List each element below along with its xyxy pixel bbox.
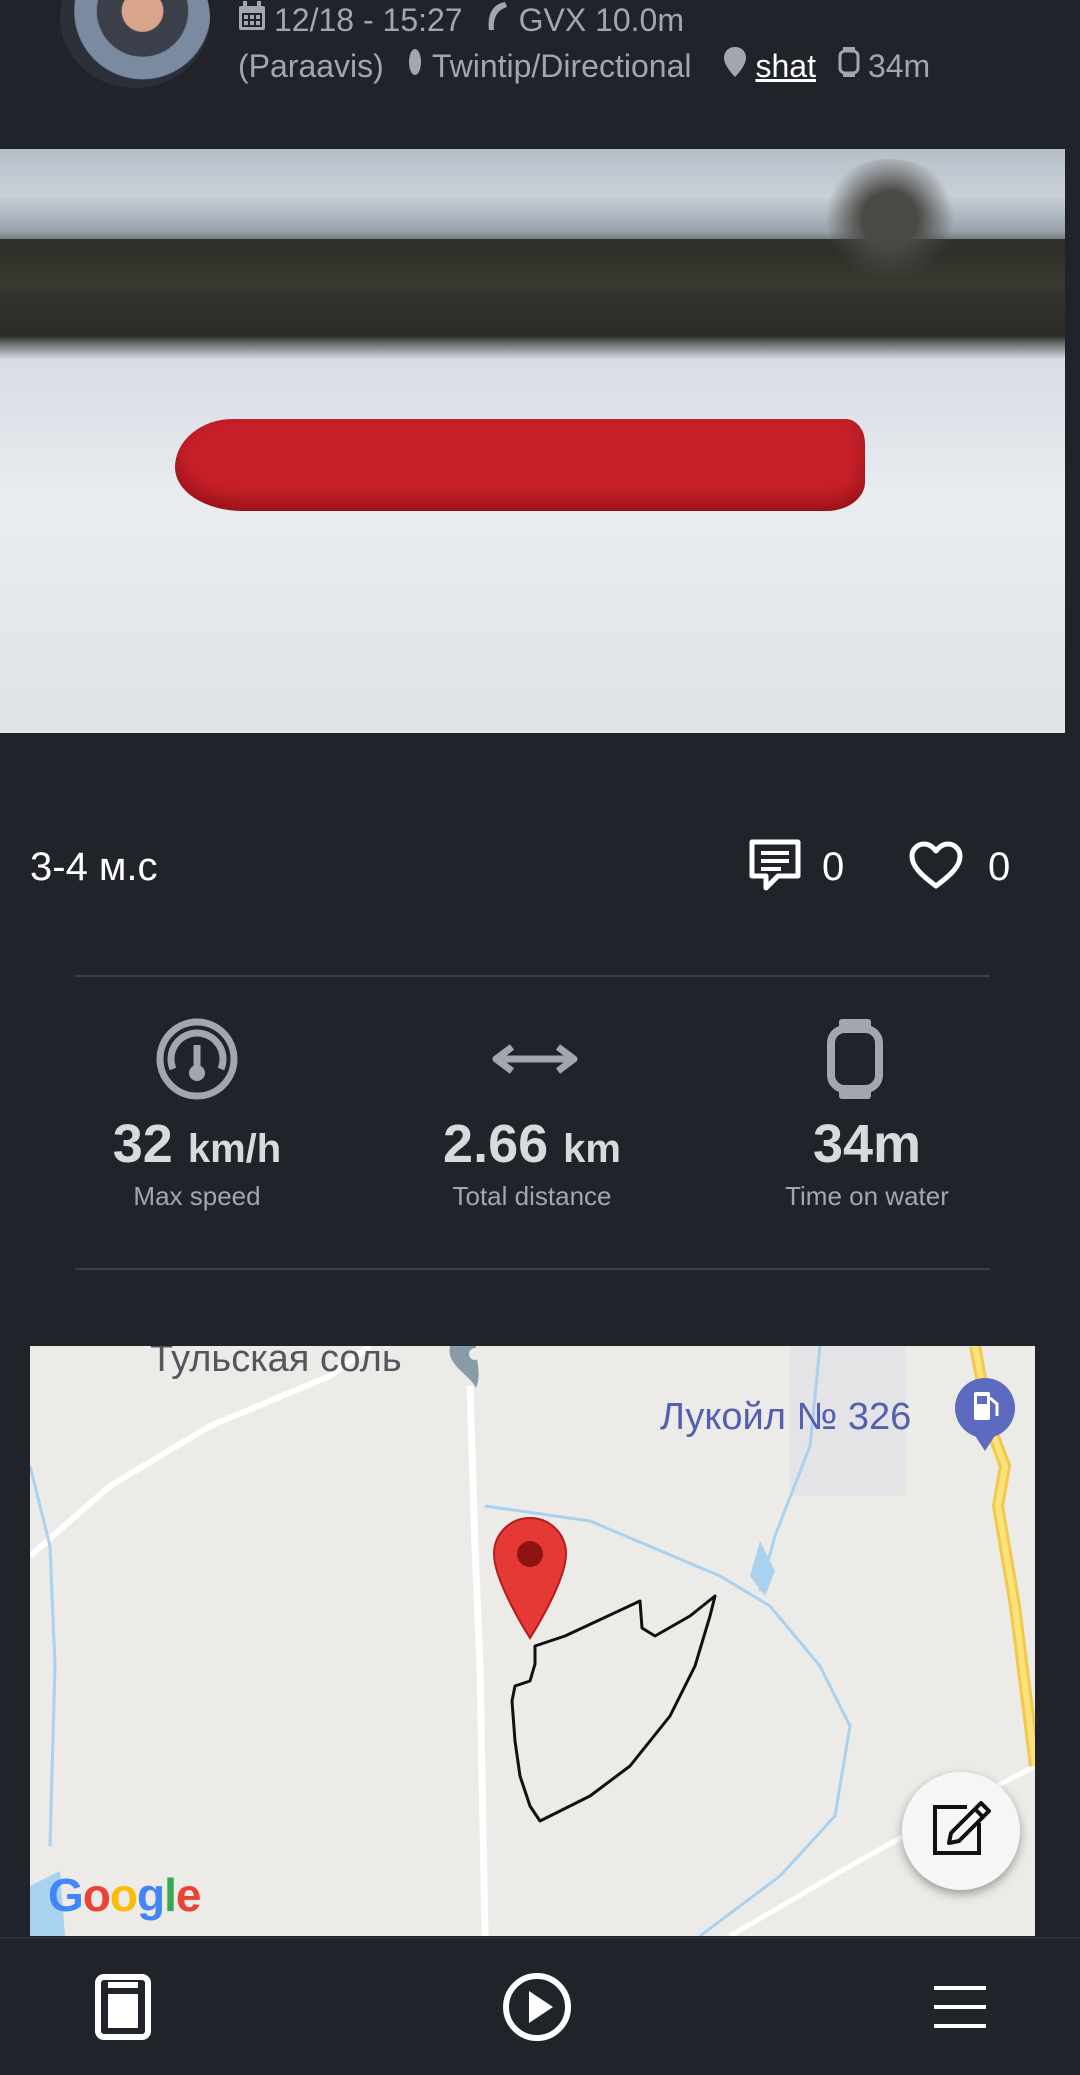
heart-icon (908, 840, 964, 895)
time-on-water-label: Time on water (785, 1181, 949, 1211)
distance-value: 2.66 (443, 1114, 549, 1174)
comment-icon (748, 838, 802, 897)
speedometer-icon (155, 1017, 239, 1101)
max-speed-unit: km/h (187, 1127, 282, 1171)
like-button[interactable]: 0 (908, 840, 1010, 895)
stats-divider-bottom (75, 1268, 990, 1270)
hamburger-menu-icon (930, 1982, 990, 2037)
stat-time-on-water: 34m Time on water (707, 1017, 1027, 1212)
distance-label: Total distance (452, 1181, 612, 1211)
bottom-navigation (0, 1937, 1080, 2075)
watch-icon (825, 1017, 909, 1101)
nav-menu-button[interactable] (920, 1969, 1000, 2049)
post-board: Twintip/Directional (431, 47, 692, 84)
post-duration: 34m (867, 47, 931, 84)
google-logo: Google (48, 1869, 201, 1921)
distance-unit: km (563, 1127, 621, 1171)
post-meta-line-2: (Paraavis) Twintip/Directional shat 34m (238, 46, 930, 86)
post-date: 12/18 - 15:27 (274, 1, 463, 38)
stat-max-speed: 32 km/h Max speed (37, 1017, 357, 1212)
distance-arrows-icon (490, 1017, 578, 1101)
map-label-place-2: Лукойл № 326 (660, 1396, 912, 1438)
map-label-place-1: Тульская соль (150, 1346, 402, 1380)
calendar-icon (238, 1, 266, 39)
nav-feed-button[interactable] (83, 1969, 163, 2049)
clipboard-icon (93, 1972, 153, 2047)
post-caption: 3-4 м.с (30, 845, 158, 889)
time-on-water-value: 34m (812, 1114, 922, 1174)
stat-total-distance: 2.66 km Total distance (372, 1017, 692, 1212)
edit-icon (929, 1799, 993, 1864)
watch-small-icon (838, 47, 860, 85)
max-speed-label: Max speed (133, 1181, 261, 1211)
avatar[interactable] (60, 0, 210, 88)
post-meta-line-1: 12/18 - 15:27 GVX 10.0m (238, 0, 684, 40)
session-photo[interactable] (0, 149, 1065, 733)
nav-record-button[interactable] (497, 1969, 577, 2049)
session-map[interactable]: Тульская соль Лукойл № 326 Google (30, 1346, 1035, 1936)
play-circle-icon (501, 1971, 573, 2048)
board-icon (406, 47, 424, 85)
edit-button[interactable] (902, 1772, 1020, 1890)
stats-divider-top (75, 975, 990, 977)
post-user-link[interactable]: shat (755, 48, 815, 85)
likes-count: 0 (988, 845, 1011, 889)
post-kite: GVX 10.0m (518, 1, 684, 38)
comments-button[interactable]: 0 (748, 838, 844, 897)
comments-count: 0 (822, 845, 845, 889)
location-pin-icon (723, 46, 747, 86)
map-marker-icon[interactable] (492, 1516, 568, 1645)
kite-photo-subject (175, 419, 865, 511)
post-brand: (Paraavis) (238, 47, 384, 84)
kite-icon (485, 0, 511, 40)
max-speed-value: 32 (112, 1114, 173, 1174)
